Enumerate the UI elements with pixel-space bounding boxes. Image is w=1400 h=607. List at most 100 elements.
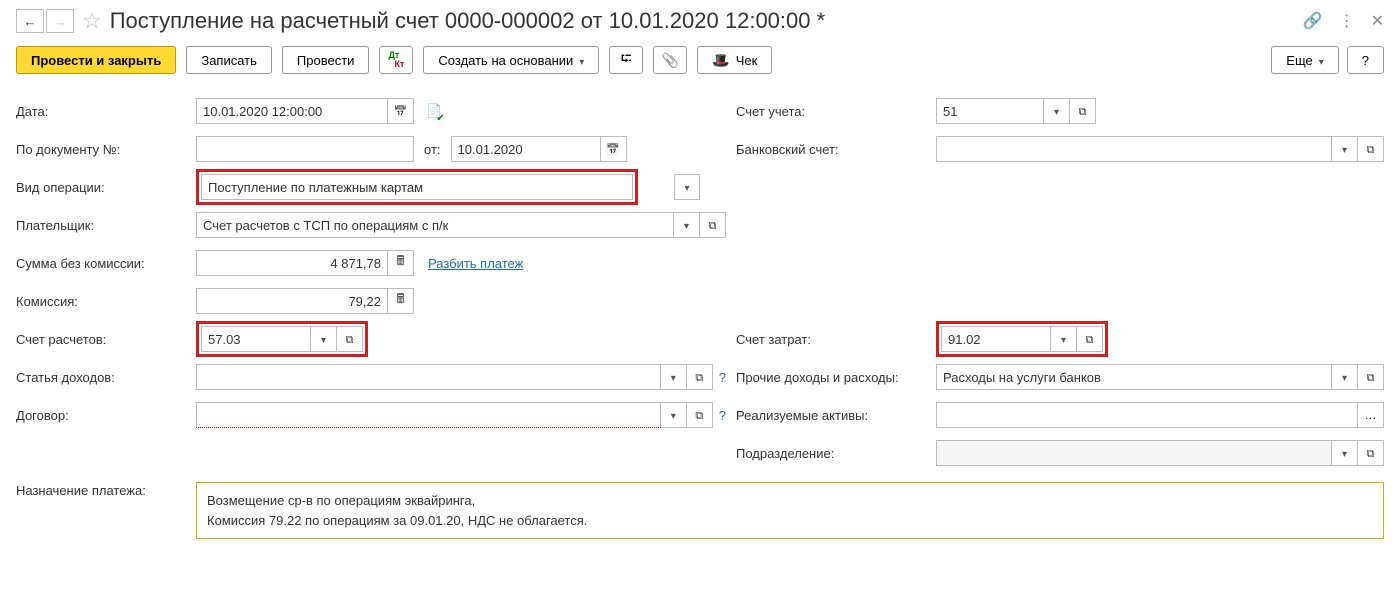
bank-account-input[interactable] — [936, 136, 1332, 162]
payment-purpose-line1: Возмещение ср-в по операциям эквайринга, — [207, 491, 1373, 511]
commission-label: Комиссия: — [16, 294, 196, 309]
dropdown-icon — [579, 53, 584, 68]
nav-forward-button[interactable]: → — [46, 9, 74, 33]
nav-back-button[interactable]: ← — [16, 9, 44, 33]
docnum-input[interactable] — [196, 136, 414, 162]
account-dropdown-button[interactable] — [1044, 98, 1070, 124]
popout-icon — [1367, 142, 1375, 157]
calc-account-label: Счет расчетов: — [16, 332, 196, 347]
realizable-assets-input[interactable] — [936, 402, 1358, 428]
payer-open-button[interactable] — [700, 212, 726, 238]
dropdown-icon — [1061, 332, 1066, 346]
account-label: Счет учета: — [736, 104, 936, 119]
commission-calculator-button[interactable] — [388, 288, 414, 314]
popout-icon — [709, 218, 717, 233]
date-input[interactable]: 10.01.2020 12:00:00 — [196, 98, 388, 124]
conduct-and-close-button[interactable]: Провести и закрыть — [16, 46, 176, 74]
bank-account-dropdown-button[interactable] — [1332, 136, 1358, 162]
docnum-label: По документу №: — [16, 142, 196, 157]
help-button[interactable]: ? — [1347, 46, 1384, 74]
division-input — [936, 440, 1332, 466]
attachment-button[interactable] — [653, 46, 687, 74]
check-button[interactable]: Чек — [697, 46, 772, 74]
sum-no-commission-label: Сумма без комиссии: — [16, 256, 196, 271]
dropdown-icon — [1054, 104, 1059, 118]
date-calendar-button[interactable] — [388, 98, 414, 124]
other-dropdown-button[interactable] — [1332, 364, 1358, 390]
realizable-assets-label: Реализуемые активы: — [736, 408, 936, 423]
conduct-button[interactable]: Провести — [282, 46, 370, 74]
save-button[interactable]: Записать — [186, 46, 272, 74]
income-help-icon[interactable]: ? — [719, 370, 726, 385]
division-dropdown-button[interactable] — [1332, 440, 1358, 466]
contract-input[interactable] — [196, 402, 661, 428]
calc-account-input[interactable]: 57.03 — [201, 326, 311, 352]
more-label: Еще — [1286, 53, 1312, 68]
contract-label: Договор: — [16, 408, 196, 423]
operation-type-dropdown-button[interactable] — [674, 174, 700, 200]
calculator-icon — [397, 252, 405, 274]
more-button[interactable]: Еще — [1271, 46, 1338, 74]
calc-account-dropdown-button[interactable] — [311, 326, 337, 352]
sum-no-commission-input[interactable]: 4 871,78 — [196, 250, 388, 276]
favorite-star-icon[interactable]: ☆ — [82, 8, 102, 34]
calc-account-open-button[interactable] — [337, 326, 363, 352]
bank-account-label: Банковский счет: — [736, 142, 936, 157]
other-income-expense-input[interactable]: Расходы на услуги банков — [936, 364, 1332, 390]
from-date-input[interactable]: 10.01.2020 — [451, 136, 601, 162]
calculator-icon — [397, 290, 405, 312]
other-income-expense-label: Прочие доходы и расходы: — [736, 370, 936, 385]
popout-icon — [346, 332, 354, 347]
cost-account-label: Счет затрат: — [736, 332, 936, 347]
close-icon[interactable]: ✕ — [1371, 11, 1384, 31]
contract-dropdown-button[interactable] — [661, 402, 687, 428]
dropdown-icon — [684, 180, 689, 194]
bank-account-open-button[interactable] — [1358, 136, 1384, 162]
contract-help-icon[interactable]: ? — [719, 408, 726, 423]
date-label: Дата: — [16, 104, 196, 119]
payment-purpose-textarea[interactable]: Возмещение ср-в по операциям эквайринга,… — [196, 482, 1384, 539]
commission-input[interactable]: 79,22 — [196, 288, 388, 314]
contract-open-button[interactable] — [687, 402, 713, 428]
popout-icon — [695, 370, 703, 385]
account-input[interactable]: 51 — [936, 98, 1044, 124]
popout-icon — [1367, 370, 1375, 385]
operation-type-input[interactable]: Поступление по платежным картам — [201, 174, 633, 200]
kebab-menu-icon[interactable]: ⋮ — [1339, 11, 1355, 31]
dt-kt-button[interactable]: ДтКт — [379, 46, 413, 74]
operation-type-label: Вид операции: — [16, 180, 196, 195]
structure-button[interactable]: ⮓ — [609, 46, 643, 74]
account-open-button[interactable] — [1070, 98, 1096, 124]
payer-input[interactable]: Счет расчетов с ТСП по операциям с п/к — [196, 212, 674, 238]
cost-account-input[interactable]: 91.02 — [941, 326, 1051, 352]
posted-status-icon: 📄 — [426, 103, 451, 119]
income-article-dropdown-button[interactable] — [661, 364, 687, 390]
sum-calculator-button[interactable] — [388, 250, 414, 276]
link-icon[interactable]: 🔗 — [1303, 11, 1323, 31]
from-date-calendar-button[interactable] — [601, 136, 627, 162]
cost-account-open-button[interactable] — [1077, 326, 1103, 352]
income-article-input[interactable] — [196, 364, 661, 390]
calendar-icon — [606, 142, 620, 156]
assets-more-button[interactable]: … — [1358, 402, 1384, 428]
dropdown-icon — [321, 332, 326, 346]
calendar-icon — [394, 104, 408, 118]
dt-kt-icon: ДтКт — [388, 51, 404, 69]
payer-dropdown-button[interactable] — [674, 212, 700, 238]
popout-icon — [1367, 446, 1375, 461]
create-based-label: Создать на основании — [438, 53, 573, 68]
dropdown-icon — [1342, 370, 1347, 384]
income-article-open-button[interactable] — [687, 364, 713, 390]
split-payment-link[interactable]: Разбить платеж — [428, 256, 523, 271]
other-open-button[interactable] — [1358, 364, 1384, 390]
dropdown-icon — [671, 408, 676, 422]
dropdown-icon — [1342, 142, 1347, 156]
create-based-on-button[interactable]: Создать на основании — [423, 46, 599, 74]
hat-icon — [712, 52, 729, 69]
cost-account-dropdown-button[interactable] — [1051, 326, 1077, 352]
dropdown-icon — [1319, 53, 1324, 68]
division-open-button[interactable] — [1358, 440, 1384, 466]
division-label: Подразделение: — [736, 446, 936, 461]
page-title: Поступление на расчетный счет 0000-00000… — [110, 8, 1303, 34]
from-label: от: — [424, 142, 441, 157]
